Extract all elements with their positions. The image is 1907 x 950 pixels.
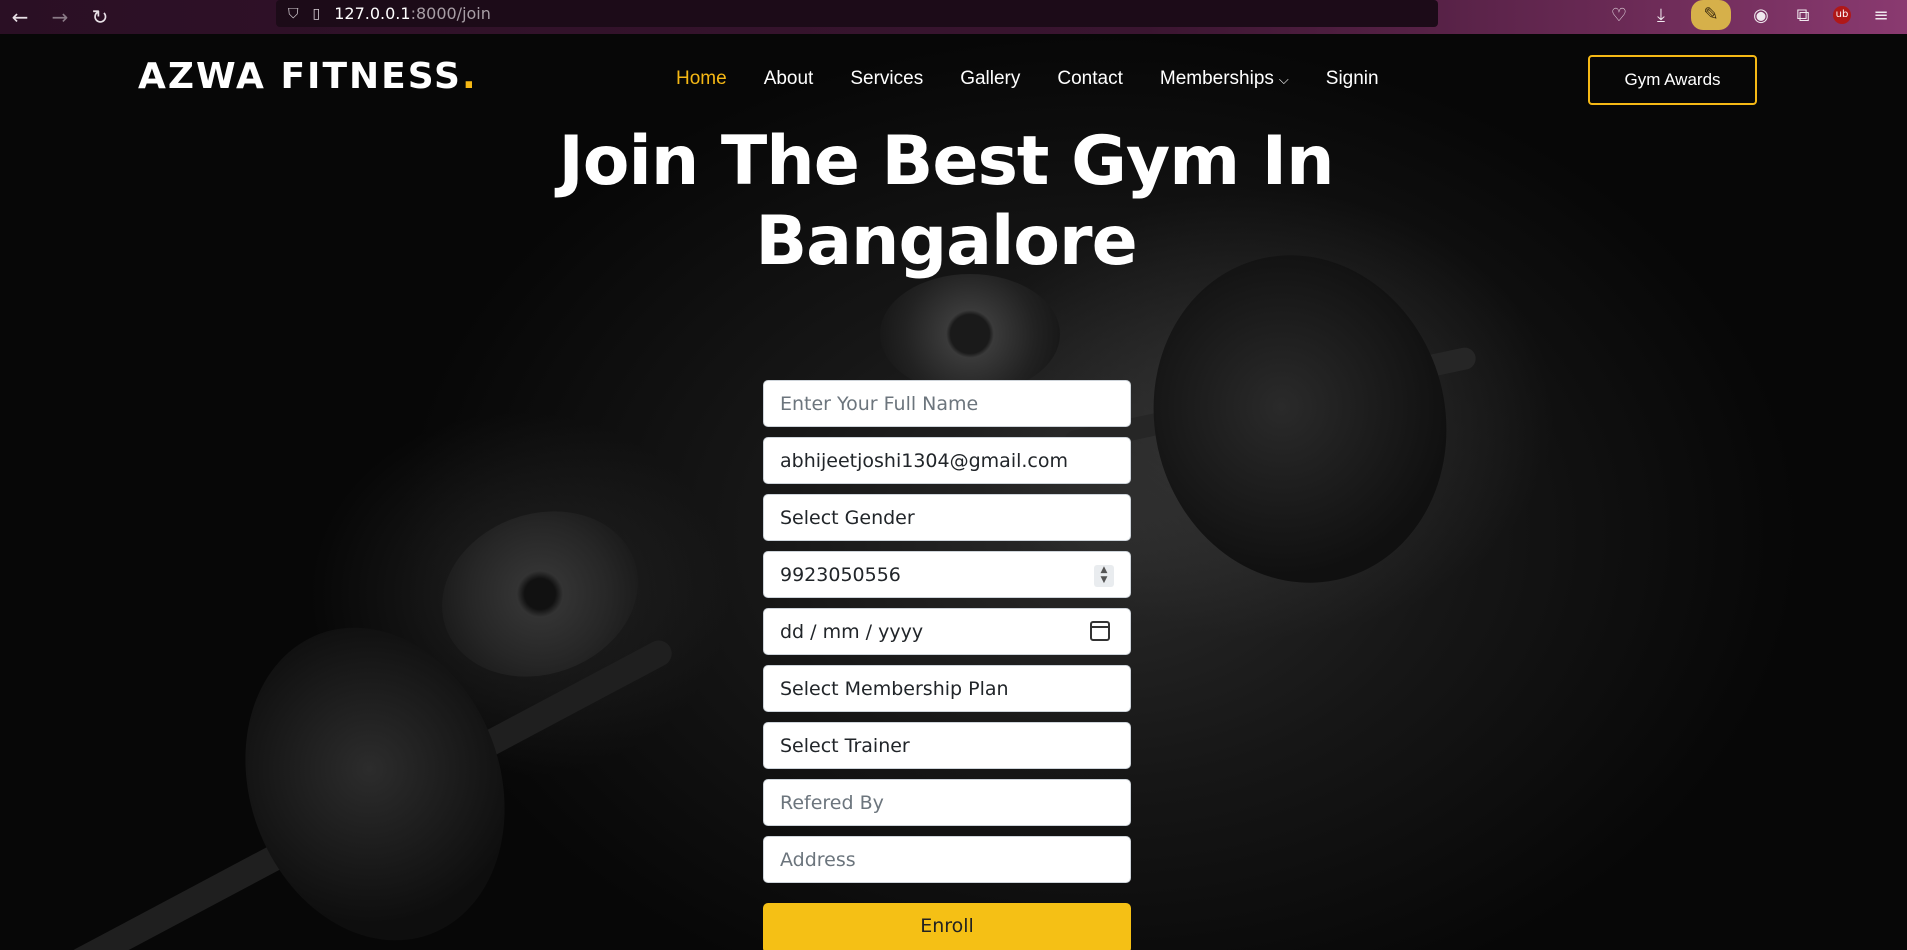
page-title: Join The Best Gym In Bangalore bbox=[540, 122, 1352, 282]
reload-icon[interactable]: ↻ bbox=[80, 0, 120, 34]
logo-text: AZWA FITNESS bbox=[138, 56, 462, 97]
nav-services[interactable]: Services bbox=[850, 68, 923, 90]
nav-about[interactable]: About bbox=[764, 68, 814, 90]
nav-memberships-label: Memberships bbox=[1159, 68, 1274, 89]
address-bar[interactable]: ⛉ ▯ 127.0.0.1:8000/join bbox=[276, 0, 1438, 27]
nav-signin[interactable]: Signin bbox=[1326, 68, 1379, 90]
nav-gallery[interactable]: Gallery bbox=[960, 68, 1020, 90]
membership-selected: Select Membership Plan bbox=[780, 677, 1009, 700]
weight-plate-decoration bbox=[880, 274, 1060, 394]
calendar-icon[interactable] bbox=[1090, 621, 1110, 641]
nav-memberships[interactable]: Memberships ⌵ bbox=[1160, 68, 1289, 90]
referred-by-field[interactable] bbox=[763, 779, 1131, 826]
hero-section: AZWA FITNESS. Home About Services Galler… bbox=[0, 34, 1907, 950]
email-field[interactable]: abhijeetjoshi1304@gmail.com bbox=[763, 437, 1131, 484]
menu-icon[interactable]: ≡ bbox=[1869, 5, 1893, 26]
phone-value: 9923050556 bbox=[780, 563, 901, 586]
account-icon[interactable]: ◉ bbox=[1749, 5, 1773, 26]
url-path: :8000/join bbox=[410, 4, 491, 23]
full-name-input[interactable] bbox=[780, 392, 1114, 415]
site-logo[interactable]: AZWA FITNESS. bbox=[138, 56, 478, 97]
chevron-down-icon: ⌵ bbox=[1278, 73, 1289, 88]
url-host: 127.0.0.1 bbox=[334, 4, 411, 23]
enroll-button[interactable]: Enroll bbox=[763, 903, 1131, 950]
nav-home[interactable]: Home bbox=[676, 68, 727, 90]
extensions-icon[interactable]: ⧉ bbox=[1791, 5, 1815, 26]
pocket-icon[interactable]: ♡ bbox=[1607, 5, 1631, 26]
browser-toolbar-right: ♡ ⤓ ✎ ◉ ⧉ ub ≡ bbox=[1607, 0, 1907, 30]
full-name-field[interactable] bbox=[763, 380, 1131, 427]
number-spinner-icon[interactable]: ▲ ▼ bbox=[1094, 565, 1114, 587]
extension-key-icon[interactable]: ✎ bbox=[1691, 0, 1731, 30]
trainer-selected: Select Trainer bbox=[780, 734, 910, 757]
dob-placeholder: dd / mm / yyyy bbox=[780, 620, 924, 643]
dob-field[interactable]: dd / mm / yyyy bbox=[763, 608, 1131, 655]
address-field[interactable] bbox=[763, 836, 1131, 883]
main-menu: Home About Services Gallery Contact Memb… bbox=[676, 68, 1416, 90]
gender-select[interactable]: Select Gender bbox=[763, 494, 1131, 541]
address-input[interactable] bbox=[780, 848, 1114, 871]
logo-dot: . bbox=[461, 56, 478, 97]
gender-selected: Select Gender bbox=[780, 506, 915, 529]
browser-toolbar: ← → ↻ ⛉ ▯ 127.0.0.1:8000/join ♡ ⤓ ✎ ◉ ⧉ … bbox=[0, 0, 1907, 34]
headline-line-2: Bangalore bbox=[755, 202, 1137, 281]
trainer-select[interactable]: Select Trainer bbox=[763, 722, 1131, 769]
phone-field[interactable]: 9923050556 ▲ ▼ bbox=[763, 551, 1131, 598]
forward-icon[interactable]: → bbox=[40, 0, 80, 34]
ublock-icon[interactable]: ub bbox=[1833, 6, 1851, 24]
referred-by-input[interactable] bbox=[780, 791, 1114, 814]
email-value: abhijeetjoshi1304@gmail.com bbox=[780, 449, 1068, 472]
gym-awards-button[interactable]: Gym Awards bbox=[1588, 55, 1757, 105]
site-navbar: AZWA FITNESS. Home About Services Galler… bbox=[0, 34, 1907, 114]
back-icon[interactable]: ← bbox=[0, 0, 40, 34]
page-icon: ▯ bbox=[312, 5, 321, 22]
downloads-icon[interactable]: ⤓ bbox=[1649, 5, 1673, 26]
headline-line-1: Join The Best Gym In bbox=[558, 122, 1335, 201]
nav-contact[interactable]: Contact bbox=[1057, 68, 1122, 90]
join-form: abhijeetjoshi1304@gmail.com Select Gende… bbox=[763, 380, 1131, 950]
url-text: 127.0.0.1:8000/join bbox=[334, 4, 491, 23]
shield-icon: ⛉ bbox=[288, 5, 299, 22]
membership-plan-select[interactable]: Select Membership Plan bbox=[763, 665, 1131, 712]
